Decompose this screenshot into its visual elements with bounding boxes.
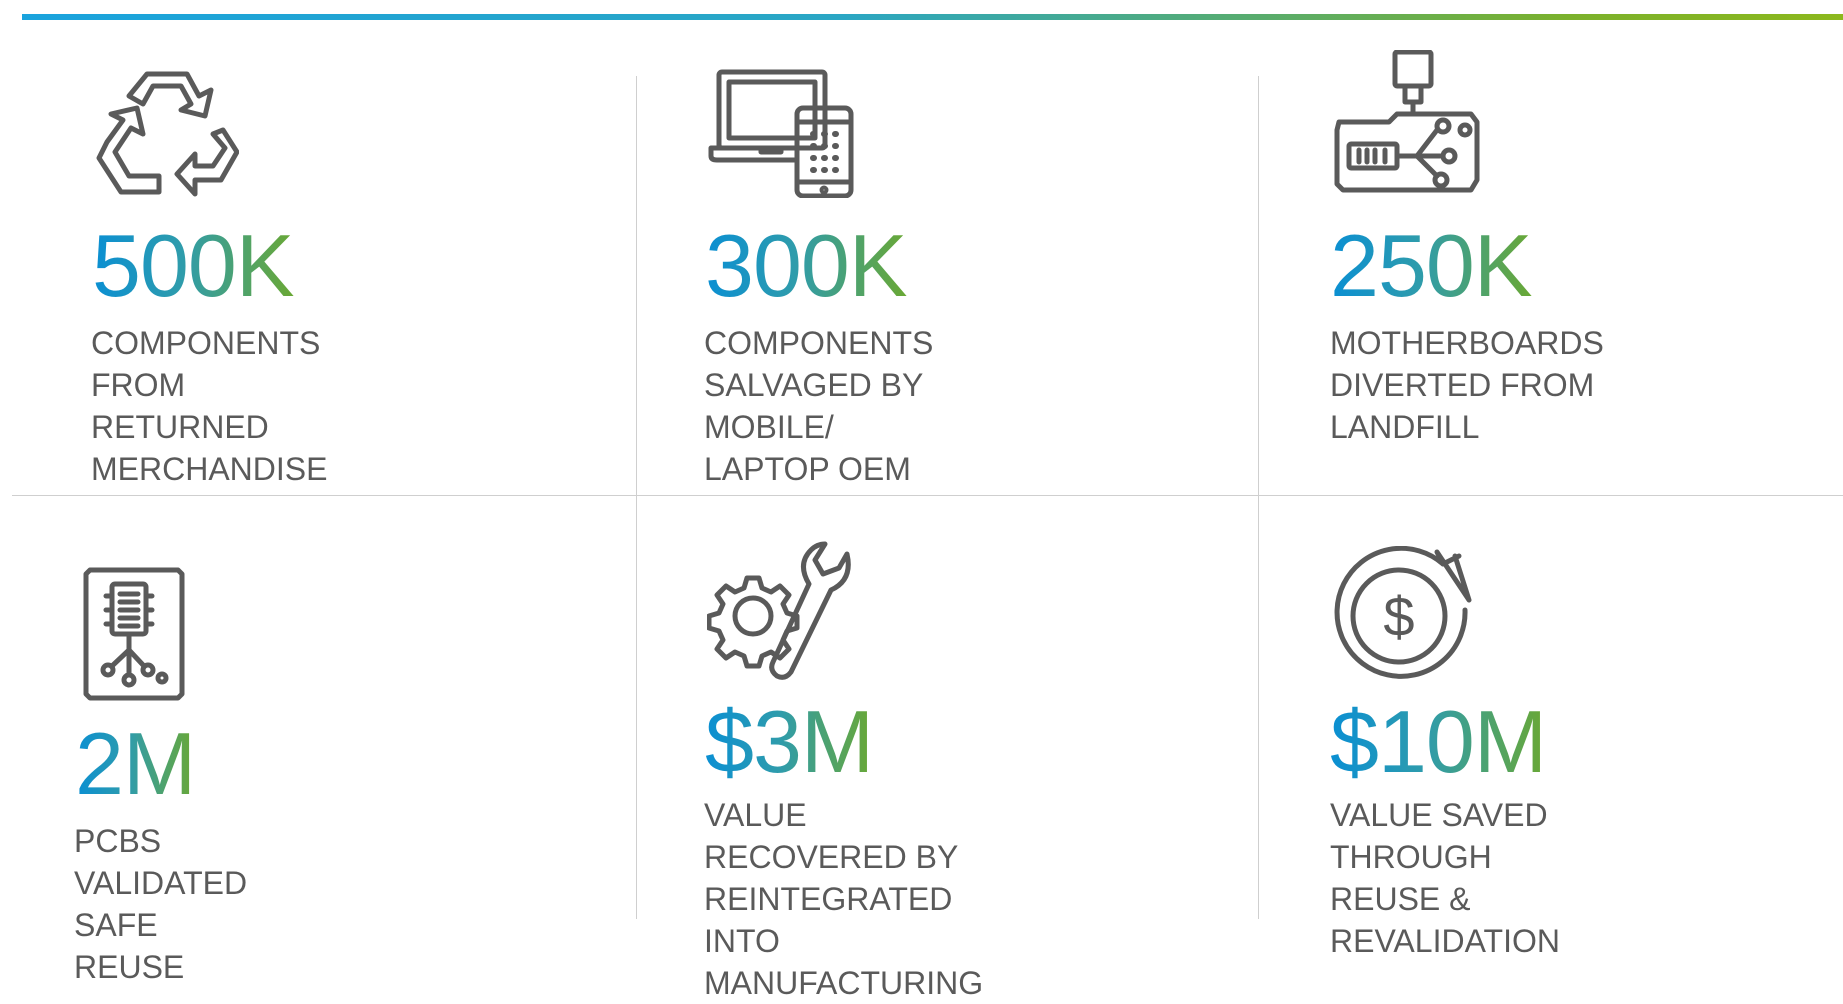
stat-value-10m: $10M	[1330, 692, 1547, 791]
gear-wrench-icon	[707, 540, 853, 682]
pcb-chip-icon	[82, 566, 186, 702]
stat-value-500k: 500K	[92, 216, 295, 315]
stat-value-3m: $3M	[705, 692, 874, 791]
horizontal-divider	[12, 495, 1843, 496]
recycle-icon	[95, 68, 239, 204]
stat-label-motherboards: MOTHERBOARDS DIVERTED FROM LANDFILL	[1330, 325, 1604, 445]
svg-text:$: $	[1383, 585, 1414, 648]
stat-label-components-returned: COMPONENTS FROM RETURNED MERCHANDISE	[91, 325, 328, 487]
stat-label-value-saved: VALUE SAVED THROUGH REUSE & REVALIDATION	[1330, 797, 1560, 959]
stat-label-components-salvaged: COMPONENTS SALVAGED BY MOBILE/ LAPTOP OE…	[704, 325, 934, 487]
dollar-cycle-icon: $	[1333, 546, 1473, 684]
vertical-divider-2	[1258, 76, 1259, 919]
stat-value-300k: 300K	[705, 216, 908, 315]
stat-value-250k: 250K	[1330, 216, 1533, 315]
stat-value-2m: 2M	[75, 714, 196, 813]
vertical-divider-1	[636, 76, 637, 919]
stat-label-value-recovered: VALUE RECOVERED BY REINTEGRATED INTO MAN…	[704, 797, 984, 1001]
laptop-phone-icon	[707, 68, 855, 198]
gradient-top-bar	[22, 14, 1843, 20]
stat-label-pcbs: PCBS VALIDATED SAFE REUSE	[74, 823, 248, 985]
motherboard-icon	[1333, 50, 1481, 196]
